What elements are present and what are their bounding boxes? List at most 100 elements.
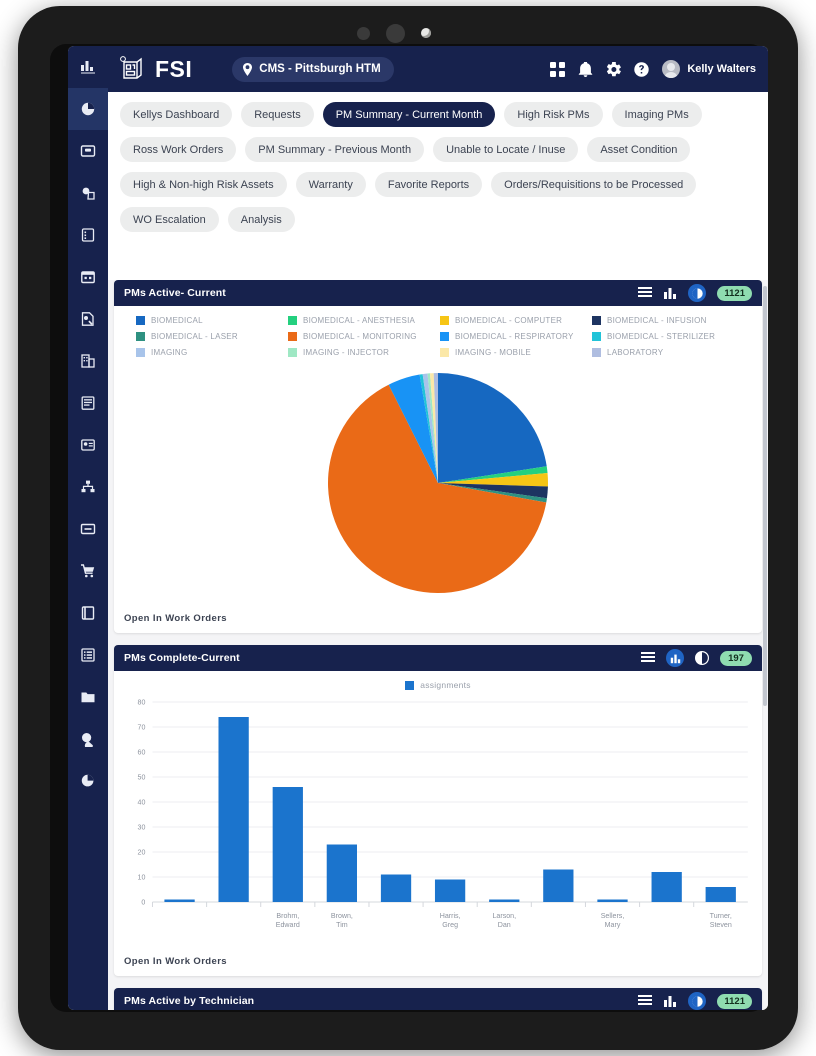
tab-imaging-pms[interactable]: Imaging PMs [611, 102, 702, 127]
tab-warranty[interactable]: Warranty [295, 172, 366, 197]
fsi-logo-icon [120, 56, 146, 82]
legend-label: assignments [420, 680, 471, 690]
tab-requests[interactable]: Requests [241, 102, 314, 127]
tab-wo-escalation[interactable]: WO Escalation [120, 207, 219, 232]
tab-unable-to-locate-inuse[interactable]: Unable to Locate / Inuse [433, 137, 579, 162]
legend-swatch [288, 332, 297, 341]
sidebar-item-4[interactable] [68, 214, 108, 256]
bar[interactable] [380, 874, 412, 903]
legend-item[interactable]: IMAGING - INJECTOR [288, 348, 440, 357]
list-view-icon[interactable] [641, 651, 655, 665]
location-pin-icon [242, 62, 253, 76]
sidebar-item-14[interactable] [68, 634, 108, 676]
legend-swatch [136, 316, 145, 325]
legend-item[interactable]: LABORATORY [592, 348, 744, 357]
camera-led-icon [421, 28, 431, 38]
bar[interactable] [164, 899, 195, 903]
legend-swatch [440, 316, 449, 325]
location-selector[interactable]: CMS - Pittsburgh HTM [232, 56, 394, 82]
folder-icon [80, 689, 96, 705]
legend-item[interactable]: IMAGING - MOBILE [440, 348, 592, 357]
legend-item[interactable]: IMAGING [136, 348, 288, 357]
sidebar-item-11[interactable] [68, 508, 108, 550]
bar[interactable] [597, 899, 628, 903]
legend-item[interactable]: BIOMEDICAL - RESPIRATORY [440, 332, 592, 341]
sidebar-item-9[interactable] [68, 424, 108, 466]
gear-icon[interactable] [606, 61, 622, 77]
legend-item[interactable]: BIOMEDICAL - LASER [136, 332, 288, 341]
tab-asset-condition[interactable]: Asset Condition [587, 137, 691, 162]
tab-favorite-reports[interactable]: Favorite Reports [374, 172, 483, 197]
tab-pm-summary-current-month[interactable]: PM Summary - Current Month [322, 102, 496, 127]
bar[interactable] [705, 887, 736, 902]
sidebar-item-16[interactable] [68, 718, 108, 760]
sidebar-item-1[interactable] [68, 88, 108, 130]
pie-slice-icon [80, 773, 96, 789]
bar[interactable] [651, 872, 682, 902]
tab-high-non-high-risk-assets[interactable]: High & Non-high Risk Assets [120, 172, 287, 197]
tab-pm-summary-previous-month[interactable]: PM Summary - Previous Month [245, 137, 425, 162]
open-in-work-orders-link[interactable]: Open In Work Orders [114, 950, 762, 976]
app-screen: FSI CMS - Pittsburgh HTM Kelly Walters K… [68, 46, 768, 1010]
sidebar-item-0[interactable] [68, 46, 108, 88]
clipboard-list-icon [80, 395, 96, 411]
pie-chart[interactable] [326, 371, 550, 595]
pie-view-icon[interactable] [688, 284, 707, 302]
sidebar-item-5[interactable] [68, 256, 108, 298]
legend-item[interactable]: BIOMEDICAL - COMPUTER [440, 316, 592, 325]
tab-ross-work-orders[interactable]: Ross Work Orders [120, 137, 237, 162]
help-circle-icon[interactable] [634, 61, 650, 77]
bar-view-icon[interactable] [663, 286, 677, 300]
pie-view-icon[interactable] [695, 651, 709, 665]
bar[interactable] [272, 787, 303, 902]
sidebar-item-7[interactable] [68, 340, 108, 382]
pages-icon [80, 185, 96, 201]
bar[interactable] [434, 879, 466, 903]
bar[interactable] [326, 844, 357, 903]
legend-item[interactable]: BIOMEDICAL [136, 316, 288, 325]
book-icon [80, 605, 96, 621]
card-title: PMs Complete-Current [124, 652, 240, 664]
legend-item[interactable]: BIOMEDICAL - ANESTHESIA [288, 316, 440, 325]
legend-label: LABORATORY [607, 348, 664, 357]
y-axis-tick: 0 [141, 900, 145, 907]
bell-icon[interactable] [578, 61, 593, 77]
tab-kellys-dashboard[interactable]: Kellys Dashboard [120, 102, 233, 127]
sidebar-item-6[interactable] [68, 298, 108, 340]
legend-label: IMAGING [151, 348, 188, 357]
pie-slice[interactable] [438, 373, 547, 483]
x-axis-label: Turner, Steven [710, 913, 732, 929]
bar-view-icon[interactable] [666, 649, 684, 667]
bar-chart[interactable]: 0 10 20 30 40 50 60 70 80 Brohm, Edward Brown, Tim Ha… [114, 692, 762, 950]
tab-analysis[interactable]: Analysis [227, 207, 295, 232]
pie-view-icon[interactable] [688, 992, 707, 1010]
tab-high-risk-pms[interactable]: High Risk PMs [504, 102, 603, 127]
tab-orders-requisitions-to-be-processed[interactable]: Orders/Requisitions to be Processed [491, 172, 697, 197]
content-scrollbar[interactable] [763, 286, 767, 706]
sidebar-item-13[interactable] [68, 592, 108, 634]
sidebar-item-2[interactable] [68, 130, 108, 172]
bar-view-icon[interactable] [663, 994, 677, 1008]
list-view-icon[interactable] [638, 994, 653, 1008]
sidebar-item-10[interactable] [68, 466, 108, 508]
y-axis-tick: 70 [138, 725, 146, 732]
sidebar-item-12[interactable] [68, 550, 108, 592]
legend-label: BIOMEDICAL - ANESTHESIA [303, 316, 416, 325]
card-header: PMs Active by Technician 1121 [114, 988, 762, 1010]
sidebar-item-15[interactable] [68, 676, 108, 718]
sidebar-item-3[interactable] [68, 172, 108, 214]
bar[interactable] [543, 869, 574, 903]
sidebar-item-8[interactable] [68, 382, 108, 424]
avatar[interactable] [662, 60, 681, 78]
list-view-icon[interactable] [638, 286, 653, 300]
bar[interactable] [218, 717, 249, 902]
bar[interactable] [489, 899, 520, 903]
legend-item[interactable]: BIOMEDICAL - MONITORING [288, 332, 440, 341]
note-icon [80, 227, 96, 243]
open-in-work-orders-link[interactable]: Open In Work Orders [114, 607, 762, 633]
apps-grid-icon[interactable] [550, 61, 566, 77]
legend-item[interactable]: BIOMEDICAL - STERILIZER [592, 332, 744, 341]
legend-item[interactable]: BIOMEDICAL - INFUSION [592, 316, 744, 325]
sidebar-item-17[interactable] [68, 760, 108, 802]
pie-legend: BIOMEDICAL BIOMEDICAL - ANESTHESIA BIOMEDI… [114, 306, 762, 359]
